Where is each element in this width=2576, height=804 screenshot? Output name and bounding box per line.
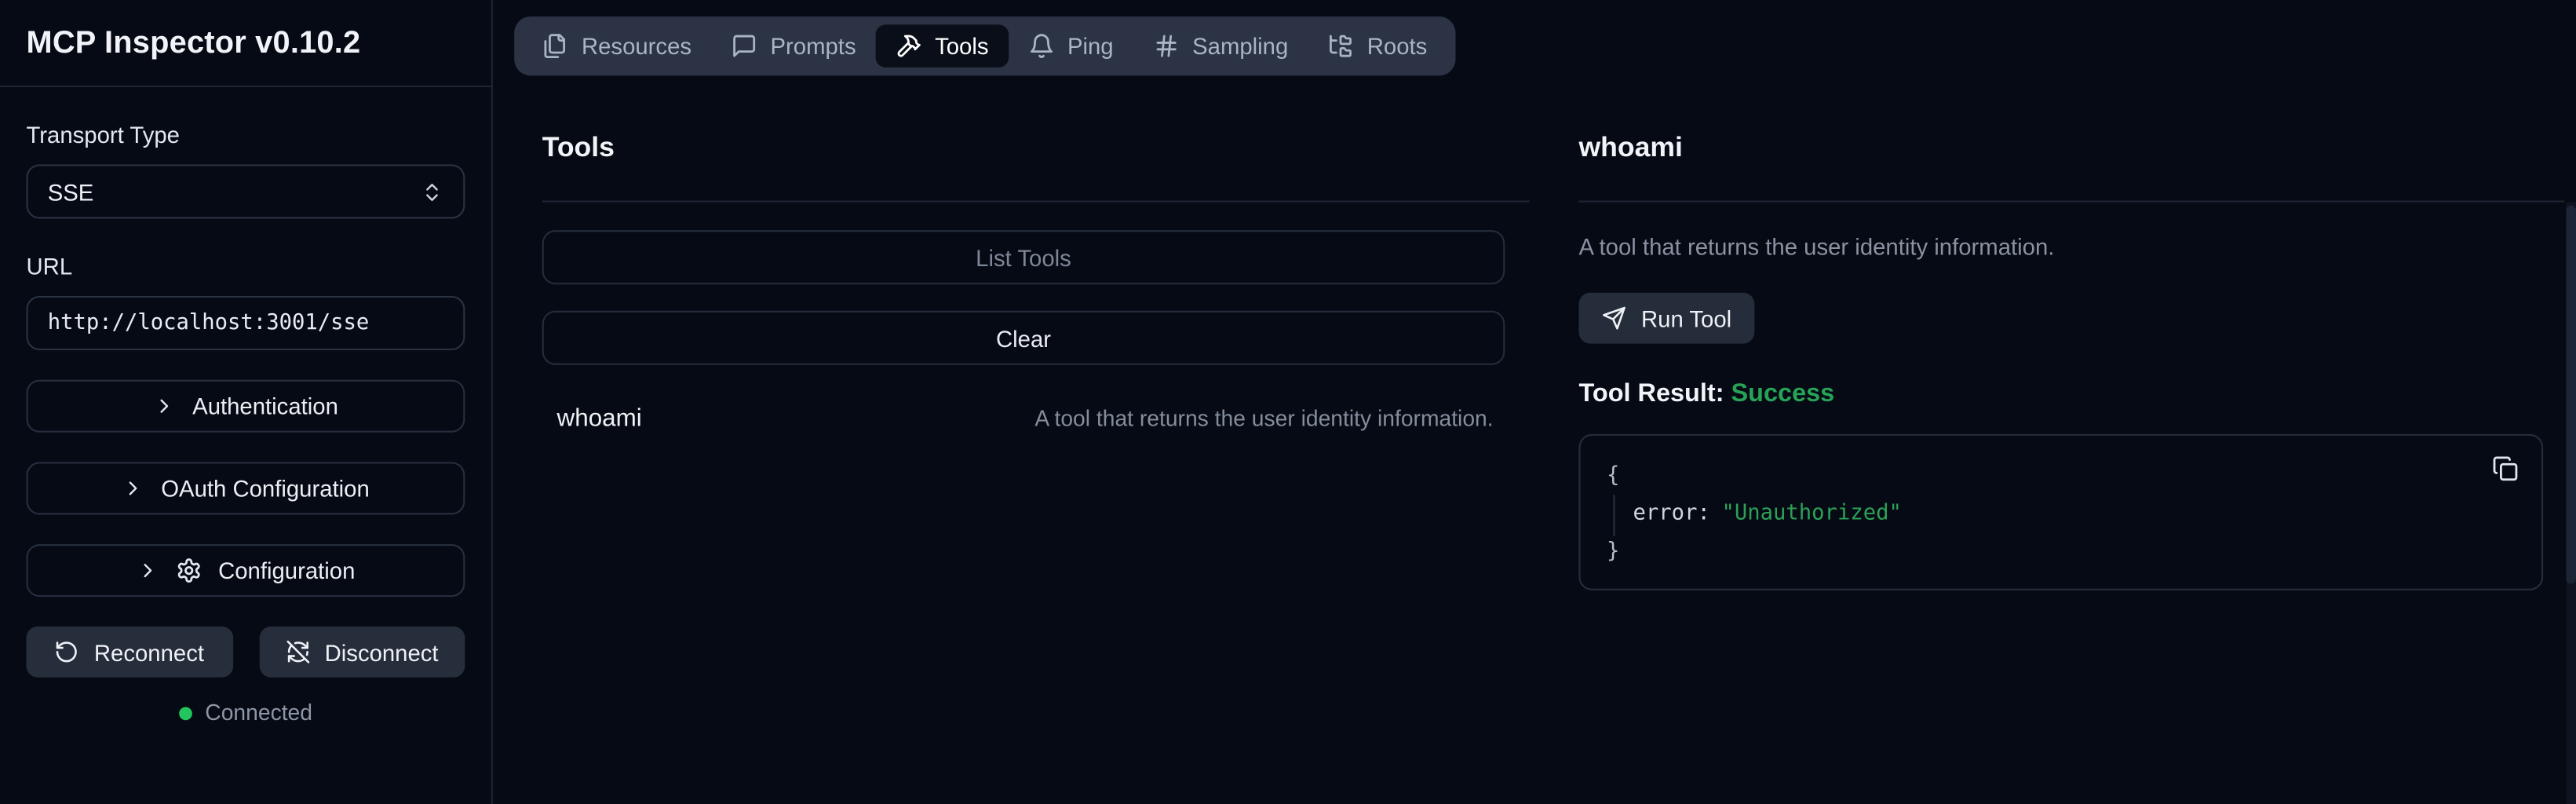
tool-result-json-viewer: { error: "Unauthorized" } [1578,434,2543,590]
rotate-ccw-icon [55,640,79,664]
oauth-configuration-button[interactable]: OAuth Configuration [26,462,465,514]
mcp-inspector-app: MCP Inspector v0.10.2 Transport Type SSE… [0,0,2576,804]
scrollbar-thumb[interactable] [2566,206,2576,584]
copy-button[interactable] [2492,455,2518,482]
tools-heading: Tools [542,130,1530,166]
main-area: Resources Prompts Tools Ping [493,0,2576,804]
clear-button[interactable]: Clear [542,311,1505,365]
sidebar: MCP Inspector v0.10.2 Transport Type SSE… [0,0,493,804]
json-indent-guide [1613,495,1615,535]
tool-description: A tool that returns the user identity in… [1034,406,1493,430]
tab-roots[interactable]: Roots [1308,24,1447,67]
sidebar-header: MCP Inspector v0.10.2 [0,0,491,87]
tool-detail-description: A tool that returns the user identity in… [1578,233,2564,261]
folder-tree-icon [1328,33,1354,60]
tools-panel-header: Tools [542,75,1530,202]
reconnect-button[interactable]: Reconnect [26,627,232,678]
sidebar-content: Transport Type SSE URL Authentication [0,87,491,725]
tool-result-label: Tool Result: [1578,380,1724,408]
tab-label: Prompts [771,33,856,60]
json-line-close: } [1607,532,2515,570]
tool-result-status: Success [1731,380,1835,408]
disconnect-button-label: Disconnect [325,639,439,666]
tool-name: whoami [557,404,642,433]
content-row: Tools List Tools Clear whoami A tool tha… [493,75,2576,804]
connected-dot [179,706,192,719]
tool-list-item-whoami[interactable]: whoami A tool that returns the user iden… [542,404,1530,433]
chevron-right-icon [136,559,159,582]
json-open-brace: { [1607,464,1619,488]
json-colon: : [1697,502,1709,526]
json-close-brace: } [1607,539,1619,564]
connection-status: Connected [26,700,465,725]
tool-result-line: Tool Result: Success [1578,378,2564,411]
app-title: MCP Inspector v0.10.2 [26,23,465,65]
tab-label: Roots [1367,33,1428,60]
chevron-right-icon [122,477,144,499]
list-tools-button[interactable]: List Tools [542,230,1505,284]
tab-bar: Resources Prompts Tools Ping [514,16,1455,75]
transport-type-value: SSE [48,178,94,205]
url-input[interactable] [26,296,465,350]
run-tool-button-label: Run Tool [1641,305,1731,331]
chevrons-up-down-icon [421,180,443,203]
tool-detail-header: whoami [1578,75,2564,202]
hash-icon [1153,33,1179,60]
files-icon [542,33,568,60]
json-line-error: error: "Unauthorized" [1607,495,2515,532]
json-string-value: "Unauthorized" [1722,502,1902,526]
url-label: URL [26,253,465,281]
bell-icon [1028,33,1054,60]
disconnect-button[interactable]: Disconnect [259,627,465,678]
tab-resources[interactable]: Resources [523,24,712,67]
connection-buttons: Reconnect Disconnect [26,627,465,678]
tab-ping[interactable]: Ping [1009,24,1133,67]
tab-label: Resources [582,33,691,60]
connected-label: Connected [205,700,312,725]
oauth-configuration-button-label: OAuth Configuration [161,475,370,502]
refresh-off-icon [285,640,309,664]
authentication-button-label: Authentication [192,393,338,419]
configuration-button-label: Configuration [218,557,355,584]
tool-detail-panel: whoami A tool that returns the user iden… [1578,75,2564,804]
tab-sampling[interactable]: Sampling [1133,24,1308,67]
tab-label: Sampling [1192,33,1288,60]
transport-type-label: Transport Type [26,122,465,150]
tool-detail-heading: whoami [1578,130,2564,166]
tab-tools[interactable]: Tools [876,24,1009,67]
tab-label: Ping [1067,33,1114,60]
gear-icon [176,557,202,584]
tools-panel: Tools List Tools Clear whoami A tool tha… [542,75,1530,804]
message-square-icon [731,33,757,60]
send-icon [1602,306,1626,331]
copy-icon [2492,455,2518,482]
hammer-icon [896,33,921,60]
tab-label: Tools [935,33,988,60]
run-tool-button[interactable]: Run Tool [1578,293,1754,344]
authentication-button[interactable]: Authentication [26,380,465,433]
json-line-open: { [1607,457,2515,495]
configuration-button[interactable]: Configuration [26,544,465,597]
chevron-right-icon [153,395,176,418]
json-key: error [1633,502,1698,526]
transport-type-select[interactable]: SSE [26,164,465,218]
tab-prompts[interactable]: Prompts [711,24,876,67]
reconnect-button-label: Reconnect [94,639,204,666]
